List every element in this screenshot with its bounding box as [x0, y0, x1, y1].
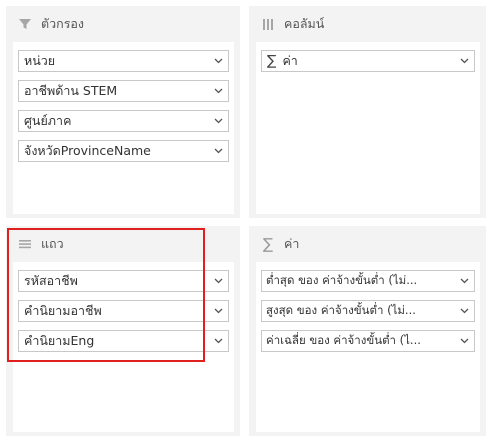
- chevron-down-icon[interactable]: [459, 336, 469, 346]
- chevron-down-icon[interactable]: [459, 276, 469, 286]
- field-label: รหัสอาชีพ: [24, 273, 78, 288]
- rows-field-list[interactable]: รหัสอาชีพ คำนิยามอาชีพ คำนิยามEng: [13, 262, 234, 432]
- values-title: ค่า: [284, 236, 300, 251]
- filter-field-unit[interactable]: หน่วย: [18, 50, 229, 72]
- values-field-list[interactable]: ต่ำสุด ของ ค่าจ้างขั้นต่ำ (ไม่... สูงสุด…: [256, 262, 480, 432]
- chevron-down-icon[interactable]: [213, 146, 223, 156]
- value-field-min[interactable]: ต่ำสุด ของ ค่าจ้างขั้นต่ำ (ไม่...: [261, 270, 475, 292]
- field-label: ค่า: [282, 53, 298, 68]
- filter-field-region-center[interactable]: ศูนย์ภาค: [18, 110, 229, 132]
- field-label: ต่ำสุด ของ ค่าจ้างขั้นต่ำ (ไม่...: [266, 273, 418, 287]
- filter-field-stem[interactable]: อาชีพด้าน STEM: [18, 80, 229, 102]
- columns-field-list[interactable]: ∑ ค่า: [256, 42, 480, 214]
- row-field-occupation-definition[interactable]: คำนิยามอาชีพ: [18, 300, 229, 322]
- chevron-down-icon[interactable]: [213, 86, 223, 96]
- values-header: ∑ ค่า: [249, 226, 486, 262]
- chevron-down-icon[interactable]: [459, 56, 469, 66]
- field-label: หน่วย: [24, 53, 56, 68]
- value-field-average[interactable]: ค่าเฉลี่ย ของ ค่าจ้างขั้นต่ำ (ไ...: [261, 330, 475, 352]
- chevron-down-icon[interactable]: [213, 336, 223, 346]
- filter-field-province[interactable]: จังหวัดProvinceName: [18, 140, 229, 162]
- rows-icon: [17, 236, 33, 252]
- rows-header: แถว: [6, 226, 240, 262]
- filters-header: ตัวกรอง: [6, 6, 240, 42]
- pivot-field-areas: ตัวกรอง หน่วย อาชีพด้าน STEM ศูนย์ภาค จั…: [0, 0, 492, 440]
- chevron-down-icon[interactable]: [213, 116, 223, 126]
- field-label: ศูนย์ภาค: [24, 113, 72, 128]
- chevron-down-icon[interactable]: [213, 276, 223, 286]
- field-label: คำนิยามEng: [24, 333, 95, 348]
- value-field-max[interactable]: สูงสุด ของ ค่าจ้างขั้นต่ำ (ไม่...: [261, 300, 475, 322]
- sigma-icon: ∑: [262, 235, 274, 253]
- values-area: ∑ ค่า ต่ำสุด ของ ค่าจ้างขั้นต่ำ (ไม่... …: [249, 226, 486, 436]
- filters-title: ตัวกรอง: [41, 16, 85, 31]
- row-field-occupation-code[interactable]: รหัสอาชีพ: [18, 270, 229, 292]
- filters-field-list[interactable]: หน่วย อาชีพด้าน STEM ศูนย์ภาค จังหวัดPro…: [13, 42, 234, 214]
- field-label: สูงสุด ของ ค่าจ้างขั้นต่ำ (ไม่...: [266, 303, 416, 317]
- chevron-down-icon[interactable]: [213, 306, 223, 316]
- filter-icon: [17, 16, 33, 32]
- chevron-down-icon[interactable]: [459, 306, 469, 316]
- field-label: จังหวัดProvinceName: [24, 143, 151, 158]
- rows-title: แถว: [41, 236, 64, 251]
- column-field-values[interactable]: ∑ ค่า: [261, 50, 475, 72]
- field-label: อาชีพด้าน STEM: [24, 83, 118, 98]
- rows-area: แถว รหัสอาชีพ คำนิยามอาชีพ คำนิยามEng: [6, 226, 240, 436]
- filters-area: ตัวกรอง หน่วย อาชีพด้าน STEM ศูนย์ภาค จั…: [6, 6, 240, 218]
- columns-area: คอลัมน์ ∑ ค่า: [249, 6, 486, 218]
- field-label: คำนิยามอาชีพ: [24, 303, 102, 318]
- columns-title: คอลัมน์: [284, 16, 325, 31]
- columns-header: คอลัมน์: [249, 6, 486, 42]
- field-label: ค่าเฉลี่ย ของ ค่าจ้างขั้นต่ำ (ไ...: [266, 333, 421, 347]
- chevron-down-icon[interactable]: [213, 56, 223, 66]
- sigma-icon: ∑: [267, 53, 277, 69]
- row-field-definition-eng[interactable]: คำนิยามEng: [18, 330, 229, 352]
- columns-icon: [260, 16, 276, 32]
